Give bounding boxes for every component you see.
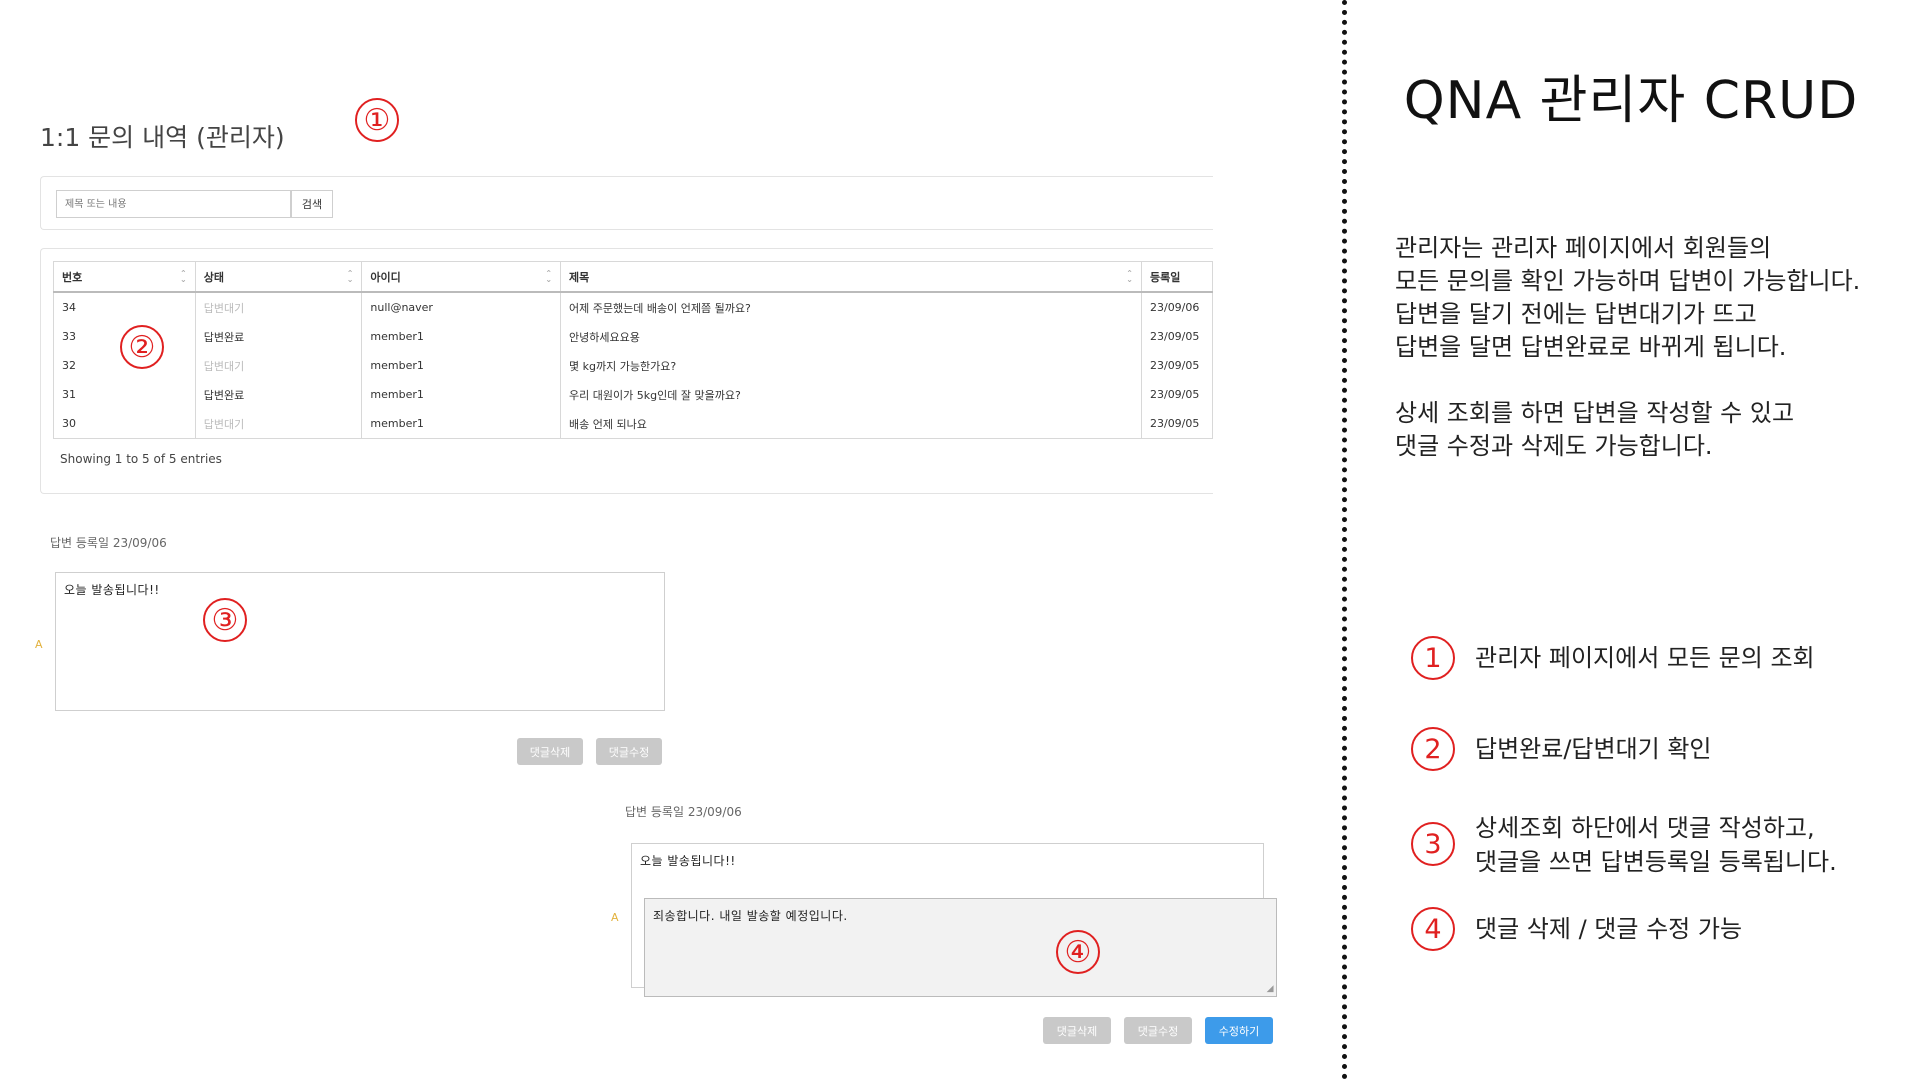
cell-subject[interactable]: 어제 주문했는데 배송이 언제쯤 될까요? [560,292,1142,322]
table-row[interactable]: 33 답변완료 member1 안녕하세요요용 23/09/05 [53,322,1214,351]
column-header-subject[interactable]: 제목 ⌃ ⌄ [560,261,1142,293]
reply-edit-text: 죄송합니다. 내일 발송할 예정입니다. [653,909,848,923]
cell-id: member1 [361,351,562,380]
feature-marker-2: 2 [1411,727,1455,771]
cell-status: 답변완료 [194,380,363,409]
edit-delete-button[interactable]: 댓글삭제 [1043,1017,1111,1044]
panel-description: 관리자는 관리자 페이지에서 회원들의 모든 문의를 확인 가능하며 답변이 가… [1395,234,1861,460]
column-header-id[interactable]: 아이디 ⌃ ⌄ [361,261,562,293]
answer-a-label-edit: A [611,911,619,924]
qna-table: 번호 ⌃ ⌄ 상태 ⌃ ⌄ 아이디 ⌃ ⌄ 제목 ⌃ ⌄ 등록일 34 답변대기 null@na… [53,261,1214,439]
sort-icon: ⌃ ⌄ [1126,269,1133,284]
reply-edit-button[interactable]: 댓글수정 [596,738,662,765]
cell-subject[interactable]: 몇 kg까지 가능한가요? [560,351,1142,380]
cell-no: 34 [53,292,196,322]
dotted-divider [1342,0,1347,1080]
cell-date: 23/09/05 [1140,322,1214,351]
sort-icon: ⌃ ⌄ [180,269,187,284]
answer-a-label: A [35,638,43,651]
cell-id: null@naver [361,292,562,322]
search-card: 검색 [40,176,1213,230]
feature-marker-3: 3 [1411,822,1455,866]
cell-date: 23/09/06 [1140,292,1214,322]
edit-edit-button[interactable]: 댓글수정 [1124,1017,1192,1044]
cell-status: 답변대기 [194,292,363,322]
marker-3: ③ [203,598,247,642]
cell-date: 23/09/05 [1140,409,1214,439]
cell-subject[interactable]: 배송 언제 되나요 [560,409,1142,439]
search-button[interactable]: 검색 [291,190,333,218]
cell-status: 답변완료 [194,322,363,351]
feature-marker-4: 4 [1411,907,1455,951]
marker-2: ② [120,325,164,369]
cell-date: 23/09/05 [1140,380,1214,409]
feature-text-1: 관리자 페이지에서 모든 문의 조회 [1475,644,1815,672]
sort-icon: ⌃ ⌄ [545,269,553,284]
table-header-row: 번호 ⌃ ⌄ 상태 ⌃ ⌄ 아이디 ⌃ ⌄ 제목 ⌃ ⌄ 등록일 [53,261,1214,293]
cell-no: 31 [53,380,196,409]
cell-subject[interactable]: 우리 대원이가 5kg인데 잘 맞을까요? [560,380,1142,409]
panel-title: QNA 관리자 CRUD [1403,71,1859,131]
search-input[interactable] [56,190,291,218]
table-row[interactable]: 34 답변대기 null@naver 어제 주문했는데 배송이 언제쯤 될까요?… [53,292,1214,322]
column-header-status[interactable]: 상태 ⌃ ⌄ [194,261,363,293]
table-row[interactable]: 30 답변대기 member1 배송 언제 되나요 23/09/05 [53,409,1214,439]
reply-delete-button[interactable]: 댓글삭제 [517,738,583,765]
cell-subject[interactable]: 안녕하세요요용 [560,322,1142,351]
answer-date-edit: 답변 등록일 23/09/06 [625,805,742,819]
cell-date: 23/09/05 [1140,351,1214,380]
column-header-date[interactable]: 등록일 [1140,261,1214,293]
sort-icon: ⌃ ⌄ [346,269,354,284]
reply-content: 오늘 발송됩니다!! [55,572,665,711]
page-title: 1:1 문의 내역 (관리자) [40,123,285,152]
marker-1: ① [355,98,399,142]
table-row[interactable]: 31 답변완료 member1 우리 대원이가 5kg인데 잘 맞을까요? 23… [53,380,1214,409]
cell-status: 답변대기 [194,409,363,439]
feature-marker-1: 1 [1411,636,1455,680]
cell-no: 30 [53,409,196,439]
cell-status: 답변대기 [194,351,363,380]
cell-id: member1 [361,380,562,409]
answer-date: 답변 등록일 23/09/06 [50,536,167,550]
table-row[interactable]: 32 답변대기 member1 몇 kg까지 가능한가요? 23/09/05 [53,351,1214,380]
reply-edit-textarea[interactable]: 죄송합니다. 내일 발송할 예정입니다. ◢ [644,898,1277,997]
feature-text-3: 상세조회 하단에서 댓글 작성하고, 댓글을 쓰면 답변등록일 등록됩니다. [1475,814,1837,876]
cell-id: member1 [361,322,562,351]
resize-grip-icon[interactable]: ◢ [1267,984,1274,994]
table-info: Showing 1 to 5 of 5 entries [60,452,222,466]
marker-4: ④ [1056,930,1100,974]
cell-id: member1 [361,409,562,439]
column-header-no[interactable]: 번호 ⌃ ⌄ [53,261,196,293]
feature-text-4: 댓글 삭제 / 댓글 수정 가능 [1475,915,1743,943]
feature-text-2: 답변완료/답변대기 확인 [1475,735,1712,763]
submit-edit-button[interactable]: 수정하기 [1205,1017,1273,1044]
